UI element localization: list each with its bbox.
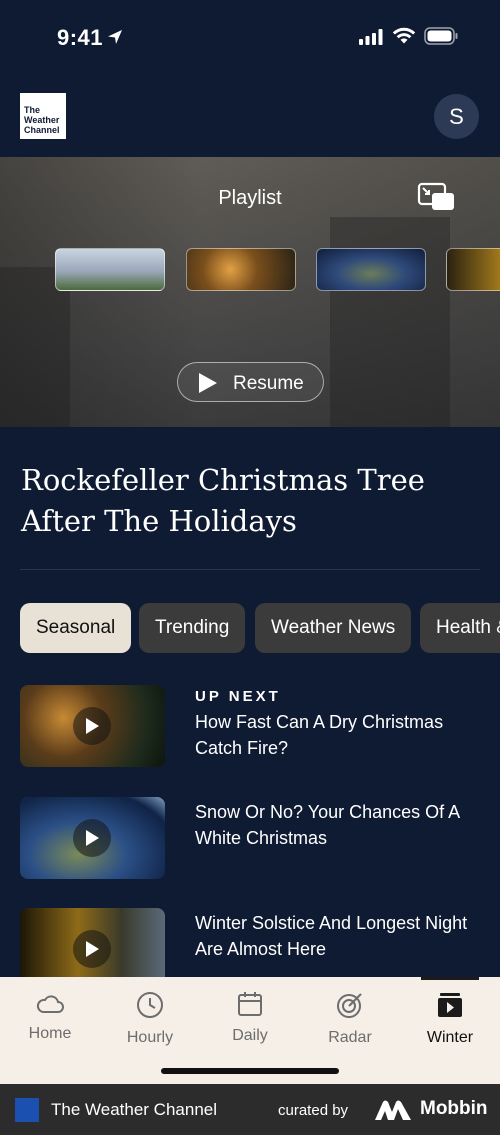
video-list-title: How Fast Can A Dry Christmas Catch Fire? [195,712,444,758]
play-icon [86,830,99,846]
chip-weather-news[interactable]: Weather News [255,603,412,653]
profile-avatar[interactable]: S [434,94,479,139]
play-button[interactable] [73,819,111,857]
cloud-icon [36,995,64,1013]
battery-icon [424,27,458,45]
tab-label: Home [28,1025,72,1042]
chip-seasonal[interactable]: Seasonal [20,603,132,653]
location-arrow-icon [108,30,122,44]
video-title: Rockefeller Christmas Tree After The Hol… [21,463,425,538]
tab-daily[interactable]: Daily [200,990,300,1060]
playlist-thumbnail[interactable] [446,248,500,291]
footer-app-name: The Weather Channel [51,1100,218,1119]
divider [20,569,480,570]
tab-label: Daily [232,1027,268,1044]
play-icon [86,718,99,734]
video-player[interactable]: Playlist Resume [0,157,500,427]
video-list-title: Snow Or No? Your Chances Of A White Chri… [195,802,460,848]
calendar-icon [238,992,262,1016]
status-time: 9:41 [57,25,104,50]
tab-label: Radar [328,1029,372,1046]
tab-label: Winter [426,1029,474,1046]
curated-by-label: curated by [278,1102,349,1119]
video-icon [438,993,462,1017]
cellular-signal-icon [359,29,383,45]
picture-in-picture-icon[interactable] [417,182,455,212]
clock-icon [137,992,163,1018]
tab-bar: Home Hourly Daily Radar Winter [0,977,500,1084]
video-list-item[interactable]: UP NEXT How Fast Can A Dry Christmas Cat… [20,685,480,767]
play-icon [199,373,217,393]
tab-hourly[interactable]: Hourly [100,990,200,1060]
category-chips: Seasonal Trending Weather News Health & [20,603,500,653]
avatar-initial: S [449,104,464,129]
video-list-item[interactable]: Snow Or No? Your Chances Of A White Chri… [20,797,480,879]
video-list-title: Winter Solstice And Longest Night Are Al… [195,913,468,959]
play-icon [86,941,99,957]
mobbin-logo-icon [375,1100,411,1120]
playlist-thumbnail[interactable] [55,248,165,291]
tab-radar[interactable]: Radar [300,990,400,1060]
tab-home[interactable]: Home [0,990,100,1060]
home-indicator [161,1068,339,1074]
weather-channel-mini-logo [15,1098,39,1122]
resume-label: Resume [233,373,304,394]
video-thumbnail[interactable] [20,685,165,767]
mobbin-brand: Mobbin [420,1098,488,1119]
footer-bar: The Weather Channel curated by Mobbin [0,1084,500,1135]
up-next-badge: UP NEXT [195,688,281,705]
wifi-icon [392,27,416,44]
tab-winter[interactable]: Winter [400,990,500,1060]
play-button[interactable] [73,930,111,968]
radar-icon [337,993,362,1018]
resume-button[interactable]: Resume [177,362,324,402]
weather-channel-logo[interactable]: The Weather Channel [20,93,66,139]
play-button[interactable] [73,707,111,745]
chip-health[interactable]: Health & [420,603,500,653]
video-thumbnail[interactable] [20,797,165,879]
status-bar: 9:41 [0,0,500,76]
video-backdrop-figure [0,267,70,427]
playlist-thumbnail[interactable] [186,248,296,291]
playlist-thumbnails [55,248,500,291]
tab-label: Hourly [126,1029,174,1046]
logo-text: The Weather Channel [24,105,60,135]
playlist-thumbnail[interactable] [316,248,426,291]
active-tab-indicator [421,977,479,980]
chip-trending[interactable]: Trending [139,603,246,653]
